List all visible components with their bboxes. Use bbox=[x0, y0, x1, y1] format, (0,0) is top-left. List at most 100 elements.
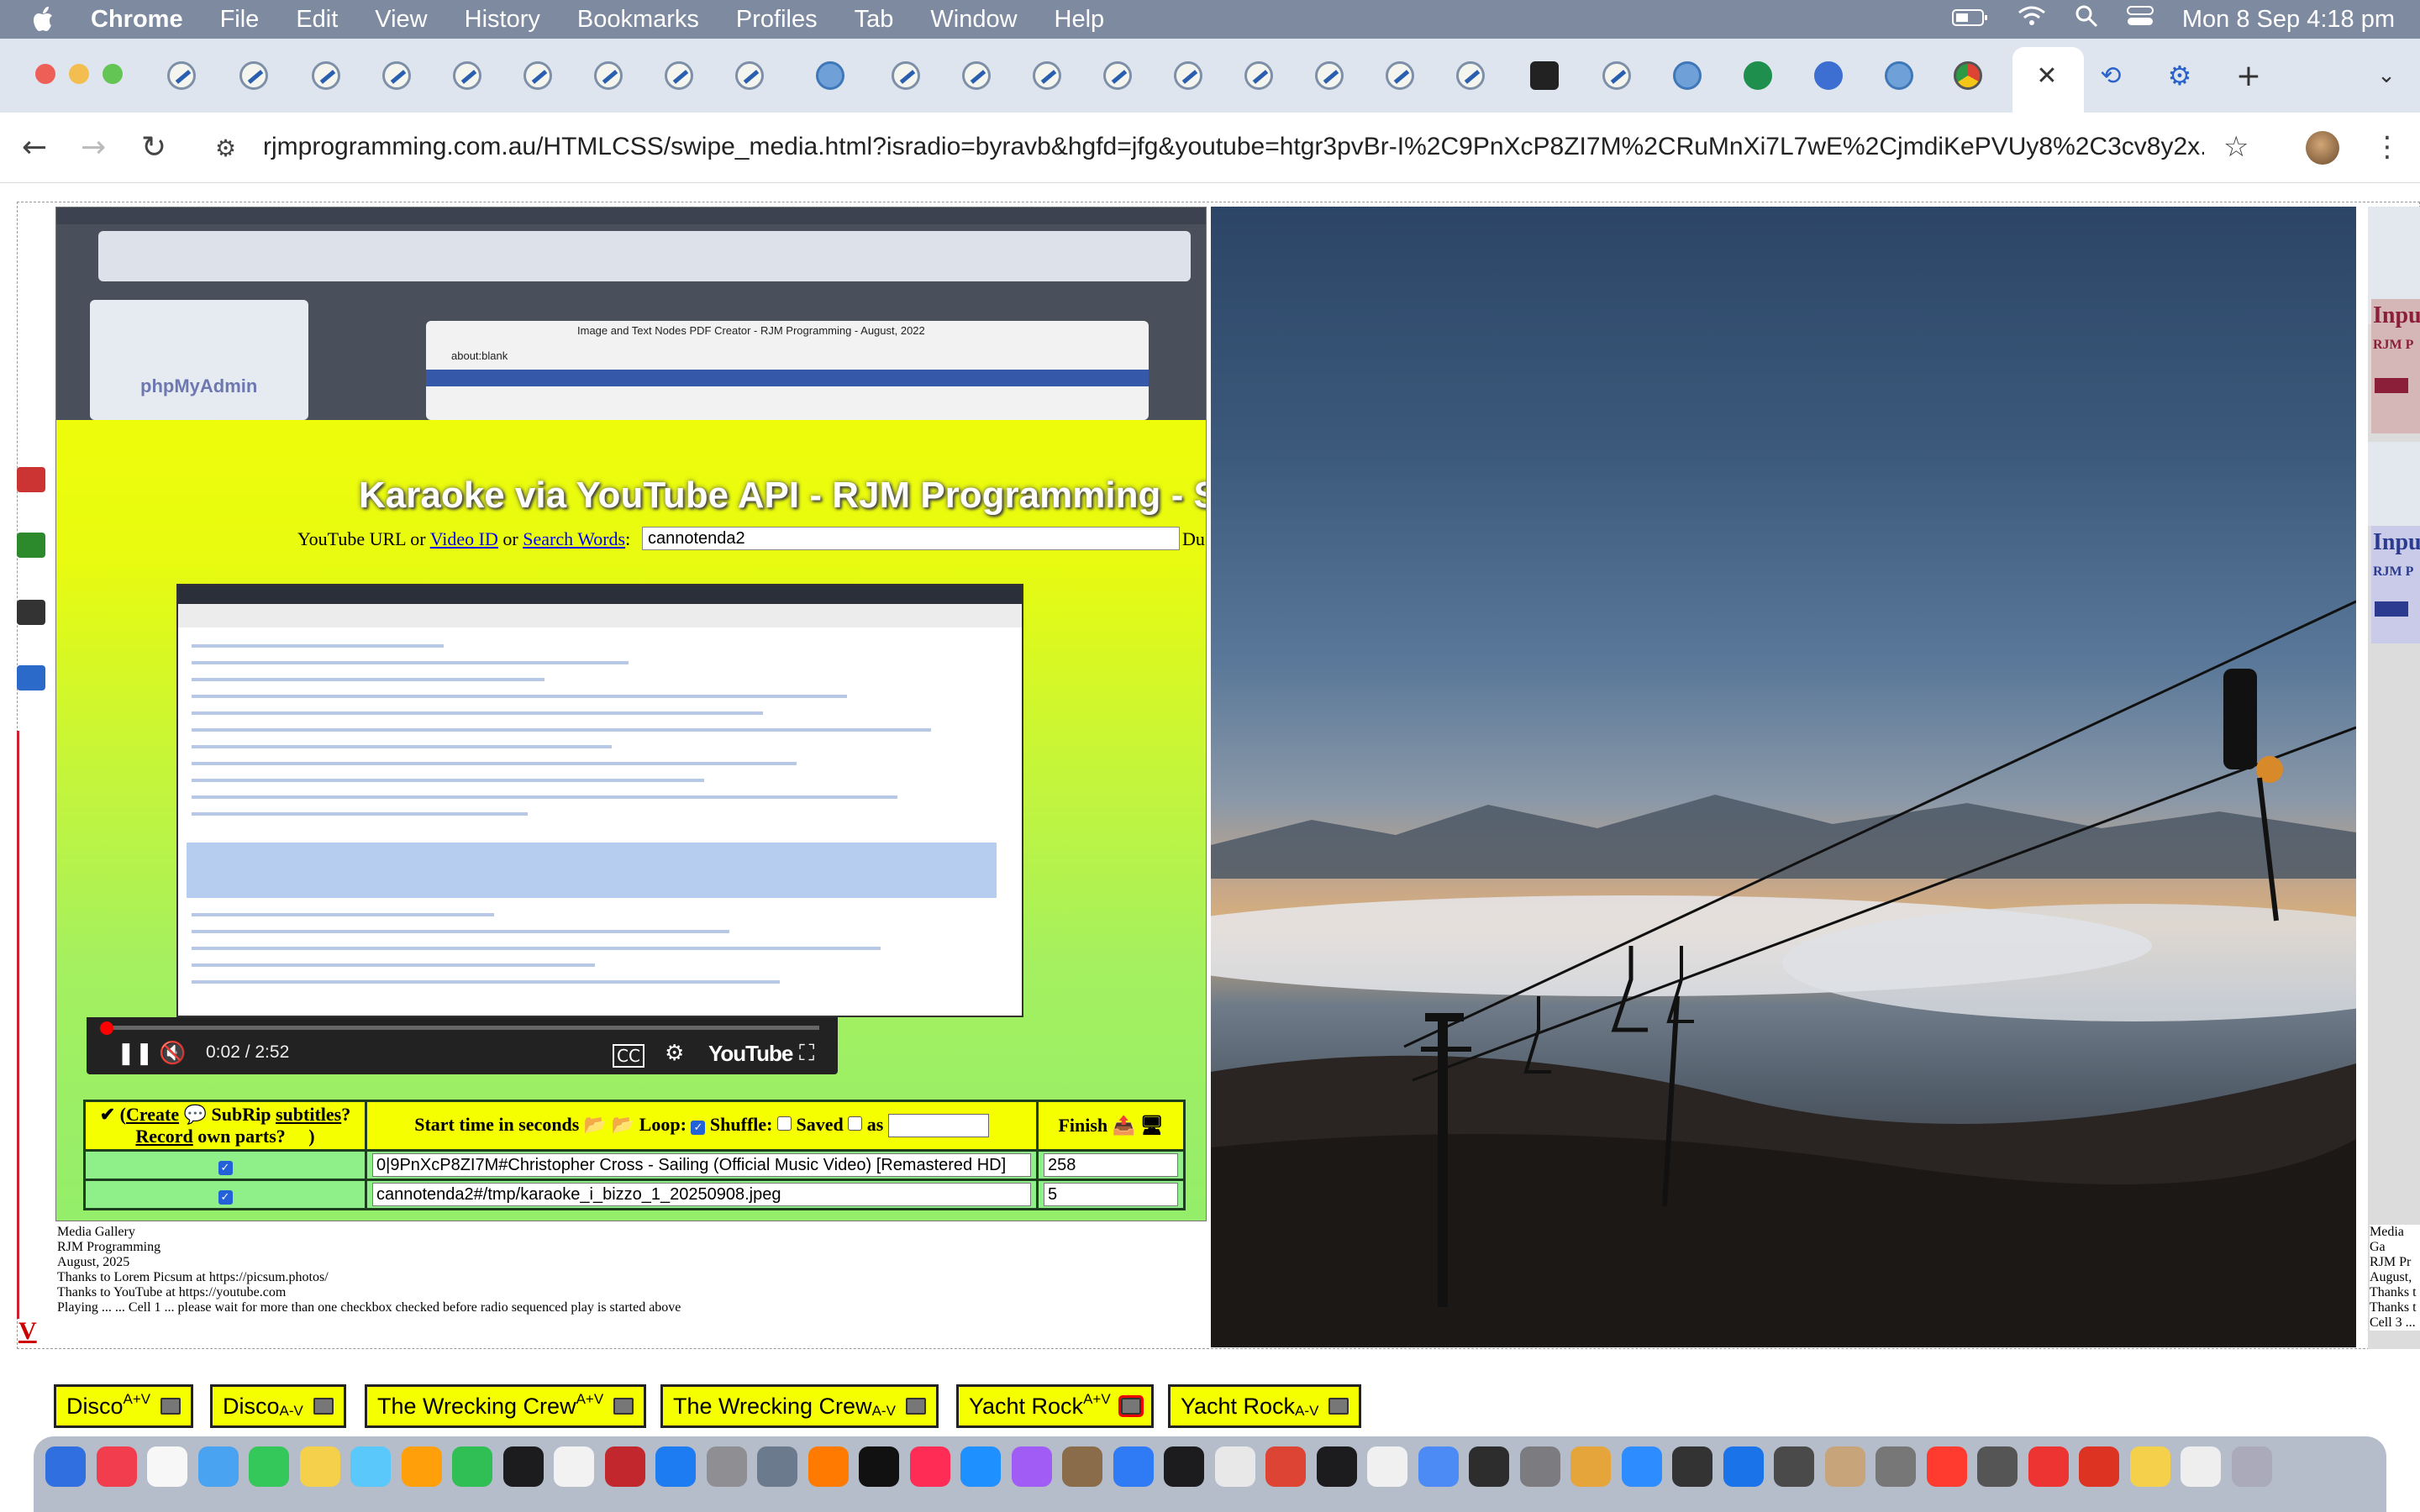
dock-app-icon[interactable] bbox=[1672, 1446, 1712, 1487]
dock-app-icon[interactable] bbox=[2079, 1446, 2119, 1487]
menu-help[interactable]: Help bbox=[1055, 6, 1105, 34]
menu-bookmarks[interactable]: Bookmarks bbox=[577, 6, 699, 34]
tab-favicon[interactable] bbox=[889, 59, 923, 92]
playlist-button-wrecking-crew-a[interactable]: The Wrecking Crew A-V bbox=[660, 1384, 939, 1428]
screen-icon[interactable] bbox=[17, 533, 45, 558]
next-panel-peek[interactable]: Inpu RJM P Inpu RJM P Media Ga RJM Pr Au… bbox=[2368, 207, 2420, 1349]
menu-app-name[interactable]: Chrome bbox=[91, 6, 183, 34]
menu-history[interactable]: History bbox=[465, 6, 540, 34]
row-checkbox[interactable]: ✓ bbox=[218, 1161, 233, 1175]
dock-app-icon[interactable] bbox=[197, 1446, 239, 1487]
new-tab-button[interactable]: + bbox=[2232, 59, 2265, 93]
screen-icon[interactable]: 🖥 bbox=[1140, 1115, 1164, 1136]
reload-icon[interactable]: ↻ bbox=[141, 130, 166, 165]
dock-app-icon[interactable] bbox=[2231, 1446, 2272, 1487]
dock-app-icon[interactable] bbox=[350, 1446, 391, 1487]
saved-checkbox[interactable] bbox=[848, 1116, 863, 1131]
window-minimize-button[interactable] bbox=[69, 64, 89, 84]
dock-app-icon[interactable] bbox=[2181, 1446, 2221, 1487]
tab-favicon[interactable] bbox=[1812, 59, 1845, 92]
download-icon[interactable] bbox=[613, 1398, 634, 1415]
playlist-button-yacht-rock-a[interactable]: Yacht Rock A-V bbox=[1168, 1384, 1362, 1428]
list-icon[interactable] bbox=[17, 467, 45, 492]
dock-app-icon[interactable] bbox=[1977, 1446, 2018, 1487]
settings-favicon-icon[interactable]: ⚙ bbox=[2163, 59, 2196, 92]
tab-favicon[interactable] bbox=[1101, 59, 1134, 92]
apple-icon[interactable] bbox=[30, 5, 59, 34]
tab-favicon[interactable] bbox=[1528, 59, 1561, 92]
tab-favicon[interactable] bbox=[960, 59, 993, 92]
tab-favicon[interactable] bbox=[1454, 59, 1487, 92]
dock-app-icon[interactable] bbox=[1113, 1446, 1154, 1487]
search-input[interactable]: cannotenda2 bbox=[642, 527, 1180, 550]
dock-app-icon[interactable] bbox=[147, 1446, 187, 1487]
tab-favicon[interactable] bbox=[1030, 59, 1064, 92]
dock-app-icon[interactable] bbox=[1418, 1446, 1459, 1487]
row-finish-input[interactable]: 5 bbox=[1044, 1183, 1178, 1206]
shuffle-icon[interactable] bbox=[17, 665, 45, 690]
tab-favicon[interactable] bbox=[380, 59, 413, 92]
spotlight-search-icon[interactable] bbox=[2075, 4, 2098, 34]
dock-app-icon[interactable] bbox=[909, 1446, 950, 1487]
dock-app-icon[interactable] bbox=[1265, 1446, 1306, 1487]
folder-icon[interactable]: 📂 bbox=[584, 1114, 607, 1135]
youtube-logo[interactable]: YouTube bbox=[708, 1041, 793, 1067]
video-id-link[interactable]: Video ID bbox=[430, 528, 498, 549]
dock-app-icon[interactable] bbox=[2129, 1446, 2170, 1487]
download-icon[interactable] bbox=[905, 1398, 926, 1415]
captions-icon[interactable]: CC bbox=[613, 1044, 644, 1068]
dock-app-icon[interactable] bbox=[452, 1446, 492, 1487]
gallery-photo[interactable] bbox=[1211, 207, 2356, 1347]
menu-edit[interactable]: Edit bbox=[296, 6, 338, 34]
record-link[interactable]: Record bbox=[135, 1126, 192, 1147]
dock-app-icon[interactable] bbox=[1876, 1446, 1916, 1487]
bookmark-star-icon[interactable]: ☆ bbox=[2223, 130, 2249, 164]
download-icon[interactable] bbox=[313, 1398, 334, 1415]
row-title-input[interactable]: 0|9PnXcP8ZI7M#Christopher Cross - Sailin… bbox=[372, 1153, 1031, 1177]
fullscreen-icon[interactable]: ⛶ bbox=[799, 1041, 814, 1067]
dock-app-icon[interactable] bbox=[249, 1446, 289, 1487]
dock-app-icon[interactable] bbox=[1519, 1446, 1560, 1487]
dock-app-icon[interactable] bbox=[1011, 1446, 1052, 1487]
tab-favicon[interactable] bbox=[165, 59, 198, 92]
dock-app-icon[interactable] bbox=[1316, 1446, 1357, 1487]
shuffle-checkbox[interactable] bbox=[776, 1116, 792, 1131]
dock-app-icon[interactable] bbox=[808, 1446, 849, 1487]
tab-favicon[interactable] bbox=[1882, 59, 1916, 92]
playlist-button-disco-av[interactable]: Disco A+V bbox=[54, 1384, 194, 1428]
row-finish-input[interactable]: 258 bbox=[1044, 1153, 1178, 1177]
tab-favicon[interactable] bbox=[237, 59, 271, 92]
dock-app-icon[interactable] bbox=[299, 1446, 340, 1487]
dock-app-icon[interactable] bbox=[1570, 1446, 1611, 1487]
dock-app-icon[interactable] bbox=[554, 1446, 594, 1487]
dock-app-icon[interactable] bbox=[859, 1446, 899, 1487]
save-icon[interactable] bbox=[17, 600, 45, 625]
dock-app-icon[interactable] bbox=[1926, 1446, 1967, 1487]
avatar[interactable] bbox=[2306, 131, 2339, 165]
dock-app-icon[interactable] bbox=[757, 1446, 797, 1487]
history-favicon-icon[interactable]: ⟲ bbox=[2094, 59, 2128, 92]
dock-app-icon[interactable] bbox=[401, 1446, 442, 1487]
row-title-input[interactable]: cannotenda2#/tmp/karaoke_i_bizzo_1_20250… bbox=[372, 1183, 1031, 1206]
tab-favicon[interactable] bbox=[1951, 59, 1985, 92]
control-center-icon[interactable] bbox=[2126, 5, 2154, 34]
dock-app-icon[interactable] bbox=[96, 1446, 137, 1487]
loop-checkbox[interactable]: ✓ bbox=[691, 1120, 706, 1135]
tab-favicon[interactable] bbox=[592, 59, 625, 92]
dock-app-icon[interactable] bbox=[1723, 1446, 1764, 1487]
upload-icon[interactable]: 📤 bbox=[1113, 1115, 1135, 1136]
tab-favicon[interactable] bbox=[450, 59, 484, 92]
battery-icon[interactable] bbox=[1951, 6, 1989, 34]
playlist-button-wrecking-crew-av[interactable]: The Wrecking Crew A+V bbox=[365, 1384, 647, 1428]
tab-favicon[interactable] bbox=[309, 59, 343, 92]
playlist-button-disco-a[interactable]: Disco A-V bbox=[210, 1384, 346, 1428]
youtube-video[interactable] bbox=[176, 584, 1023, 1017]
menu-window[interactable]: Window bbox=[930, 6, 1017, 34]
menu-profiles[interactable]: Profiles bbox=[736, 6, 818, 34]
site-info-icon[interactable]: ⚙ bbox=[215, 134, 236, 162]
tab-favicon[interactable] bbox=[521, 59, 555, 92]
tab-favicon[interactable] bbox=[1171, 59, 1205, 92]
back-arrow-icon[interactable]: ← bbox=[22, 130, 47, 165]
folder-open-icon[interactable]: 📂 bbox=[612, 1114, 634, 1135]
playlist-button-yacht-rock-av[interactable]: Yacht Rock A+V bbox=[956, 1384, 1154, 1428]
